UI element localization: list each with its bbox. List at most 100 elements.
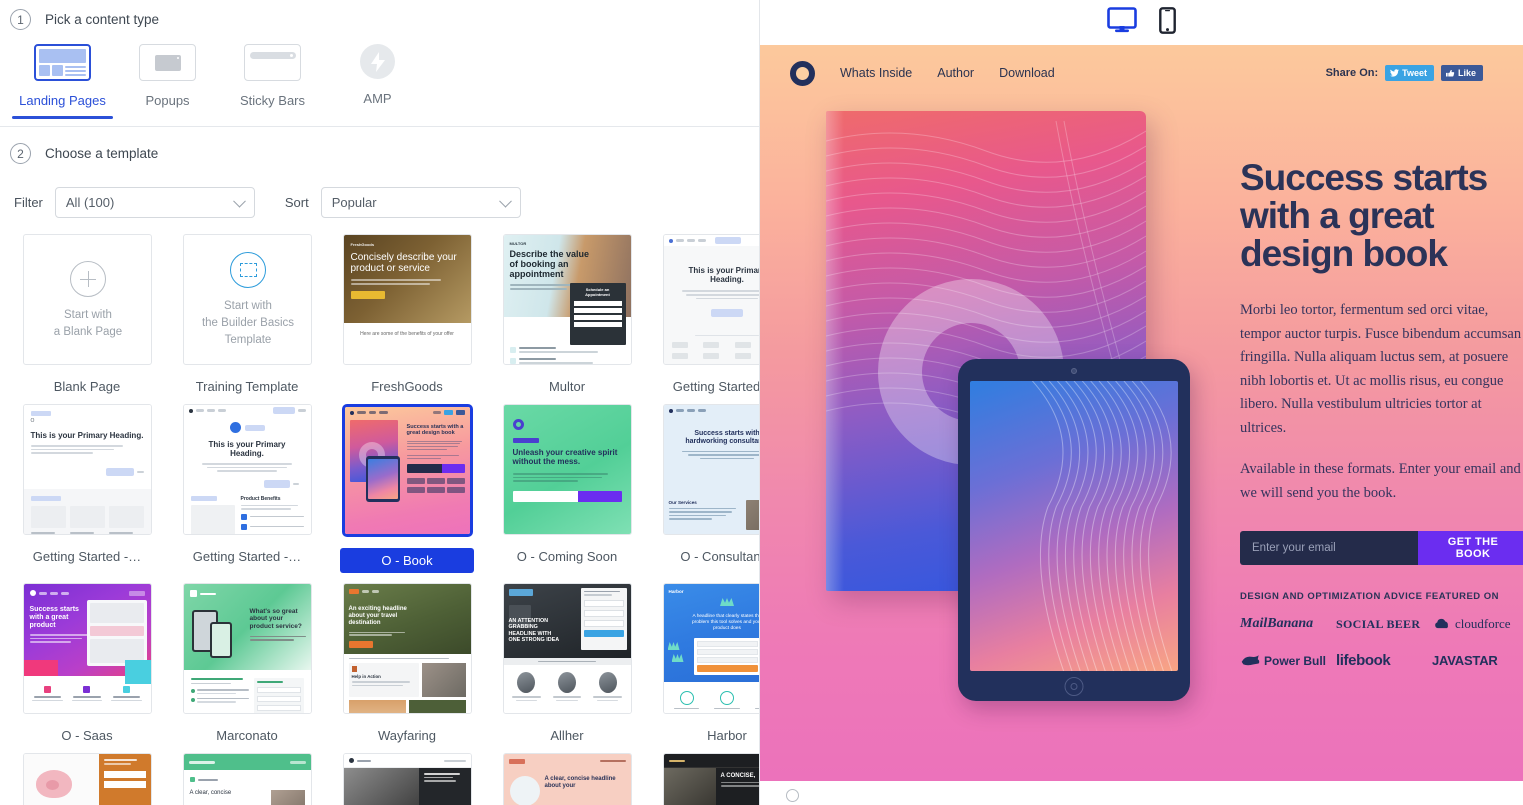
thumb-heading: Describe the value of booking an appoint… xyxy=(509,249,590,279)
template-label: Getting Started -… xyxy=(192,549,302,564)
template-thumbnail: What's so great about your product servi… xyxy=(182,583,312,714)
popup-icon xyxy=(139,44,196,81)
logo-javastar: JAVASTAR xyxy=(1432,653,1498,669)
template-card-freshgoods[interactable]: FreshGoods Concisely describe your produ… xyxy=(332,234,482,394)
logo-lifebook: lifebook xyxy=(1336,652,1391,670)
email-input[interactable] xyxy=(1240,531,1418,566)
logo-powerbull: Power Bull xyxy=(1240,654,1336,668)
template-label: Wayfaring xyxy=(377,728,437,743)
template-browser-panel: 1 Pick a content type Landing Pages Popu… xyxy=(0,0,760,805)
template-label: Harbor xyxy=(707,728,747,743)
filter-label: Filter xyxy=(14,195,43,210)
tablet-camera xyxy=(1071,368,1077,374)
template-card-o-book[interactable]: Success starts with a great design book xyxy=(332,404,482,573)
sort-select[interactable]: Popular xyxy=(320,187,521,218)
content-type-amp[interactable]: AMP xyxy=(325,44,430,108)
content-type-landing-pages[interactable]: Landing Pages xyxy=(10,44,115,119)
nav-link-author[interactable]: Author xyxy=(937,66,974,80)
thumb-heading: This is your Primary Heading. xyxy=(688,266,760,285)
thumb-heading: A clear, concise headline about your xyxy=(544,776,616,789)
template-card-o-consultancy[interactable]: Success starts with hardworking consulta… xyxy=(652,404,760,573)
content-type-label: Popups xyxy=(145,93,190,108)
template-label: Getting Started -… xyxy=(672,379,760,394)
content-type-sticky-bars[interactable]: Sticky Bars xyxy=(220,44,325,108)
template-card-o-coming-soon[interactable]: Unleash your creative spirit without the… xyxy=(492,404,642,573)
template-card-getting-started-3[interactable]: This is your Primary Heading. Product Be… xyxy=(172,404,322,573)
preview-navbar: Whats Inside Author Download Share On: T… xyxy=(760,45,1523,101)
template-card-partial-1[interactable] xyxy=(12,753,162,805)
featured-on-label: DESIGN AND OPTIMIZATION ADVICE FEATURED … xyxy=(1240,591,1500,603)
preview-footer-strip xyxy=(760,781,1523,805)
template-thumbnail: Success starts with a great product xyxy=(22,583,152,714)
template-card-wayfaring[interactable]: An exciting headline about your travel d… xyxy=(332,583,482,743)
template-card-multor[interactable]: MULTOR Describe the value of booking an … xyxy=(492,234,642,394)
amp-bolt-icon xyxy=(360,44,395,79)
content-type-popups[interactable]: Popups xyxy=(115,44,220,108)
thumbs-up-icon xyxy=(1445,69,1455,76)
template-card-o-saas[interactable]: Success starts with a great product O - … xyxy=(12,583,162,743)
template-thumbnail: O This is your Primary Heading. xyxy=(22,404,152,535)
sort-label: Sort xyxy=(284,195,309,210)
tablet-home-button xyxy=(1064,677,1084,696)
template-card-blank-page[interactable]: Start with a Blank Page Blank Page xyxy=(12,234,162,394)
template-card-partial-3[interactable] xyxy=(332,753,482,805)
like-label: Like xyxy=(1457,68,1476,78)
thumb-heading: Success starts with a great product xyxy=(29,606,79,629)
thumb-heading: A headline that clearly states the probl… xyxy=(691,614,760,632)
template-card-getting-started-1[interactable]: This is your Primary Heading. Getting St… xyxy=(652,234,760,394)
template-card-training-template[interactable]: Start with the Builder Basics Template Tra… xyxy=(172,234,322,394)
device-toggle-bar xyxy=(760,0,1523,50)
email-signup-form: GET THE BOOK xyxy=(1240,531,1523,566)
template-thumbnail: This is your Primary Heading. xyxy=(182,404,312,535)
template-card-partial-4[interactable]: A clear, concise headline about your xyxy=(492,753,642,805)
step-2-number: 2 xyxy=(10,143,31,164)
twitter-icon xyxy=(1390,69,1400,77)
hero-copy: Success starts with a great design book … xyxy=(1210,101,1523,721)
thumb-heading: Success starts with hardworking consulta… xyxy=(685,430,760,445)
thumb-heading: Unleash your creative spirit without the… xyxy=(512,448,618,466)
active-tab-indicator xyxy=(12,116,113,119)
template-card-marconato[interactable]: What's so great about your product servi… xyxy=(172,583,322,743)
thumb-sub: Product Benefits xyxy=(240,495,281,502)
plus-icon xyxy=(70,260,106,297)
sort-value: Popular xyxy=(331,195,377,210)
template-card-allher[interactable]: AN ATTENTION GRABBING HEADLINE WITH ONE … xyxy=(492,583,642,743)
nav-link-whats-inside[interactable]: Whats Inside xyxy=(840,66,912,80)
builder-card-text: Start with the Builder Basics Template xyxy=(201,300,295,346)
template-card-partial-5[interactable]: A CONCISE, xyxy=(652,753,759,805)
template-label: O - Consultancy xyxy=(680,549,760,564)
get-the-book-button[interactable]: GET THE BOOK xyxy=(1418,531,1523,566)
thumb-heading: AN ATTENTION GRABBING HEADLINE WITH ONE … xyxy=(508,618,560,644)
desktop-icon[interactable] xyxy=(1103,7,1141,50)
template-thumbnail: Start with a Blank Page xyxy=(22,234,152,365)
logo-mailbanana: MailBanana xyxy=(1240,616,1314,632)
content-type-label: Landing Pages xyxy=(19,93,106,108)
preview-nav-links: Whats Inside Author Download xyxy=(840,66,1055,80)
template-card-harbor[interactable]: Harbor A headline that clearly states th… xyxy=(652,583,760,743)
thumb-heading: An exciting headline about your travel d… xyxy=(348,606,407,626)
tweet-button[interactable]: Tweet xyxy=(1385,65,1434,81)
thumb-heading: What's so great about your product servi… xyxy=(249,608,302,630)
facebook-like-button[interactable]: Like xyxy=(1440,65,1483,81)
template-thumbnail: Success starts with a great design book xyxy=(341,404,473,537)
thumb-sub: Our Services xyxy=(668,500,697,505)
thumb-heading: Concisely describe your product or servi… xyxy=(350,252,457,275)
step-2-label: Choose a template xyxy=(45,146,159,161)
hero-artwork xyxy=(790,101,1210,721)
template-thumbnail: AN ATTENTION GRABBING HEADLINE WITH ONE … xyxy=(502,583,632,714)
thumb-sub: Help in Action xyxy=(351,674,381,680)
brand-logo-icon xyxy=(790,60,815,86)
template-card-partial-2[interactable]: A clear, concise xyxy=(172,753,322,805)
nav-link-download[interactable]: Download xyxy=(999,66,1055,80)
tablet-wave-pattern xyxy=(1032,381,1173,671)
thumb-heading: This is your Primary Heading. xyxy=(208,440,286,459)
filter-select[interactable]: All (100) xyxy=(54,187,255,218)
template-thumbnail: FreshGoods Concisely describe your produ… xyxy=(342,234,472,365)
mobile-icon[interactable] xyxy=(1159,6,1176,39)
thumb-heading: A CONCISE, xyxy=(720,773,756,779)
hero-headline: Success starts with a great design book xyxy=(1240,157,1488,275)
template-card-getting-started-2[interactable]: O This is your Primary Heading. Getting … xyxy=(12,404,162,573)
template-thumbnail: This is your Primary Heading. xyxy=(662,234,760,365)
template-thumbnail: Unleash your creative spirit without the… xyxy=(502,404,632,535)
template-thumbnail: An exciting headline about your travel d… xyxy=(342,583,472,714)
